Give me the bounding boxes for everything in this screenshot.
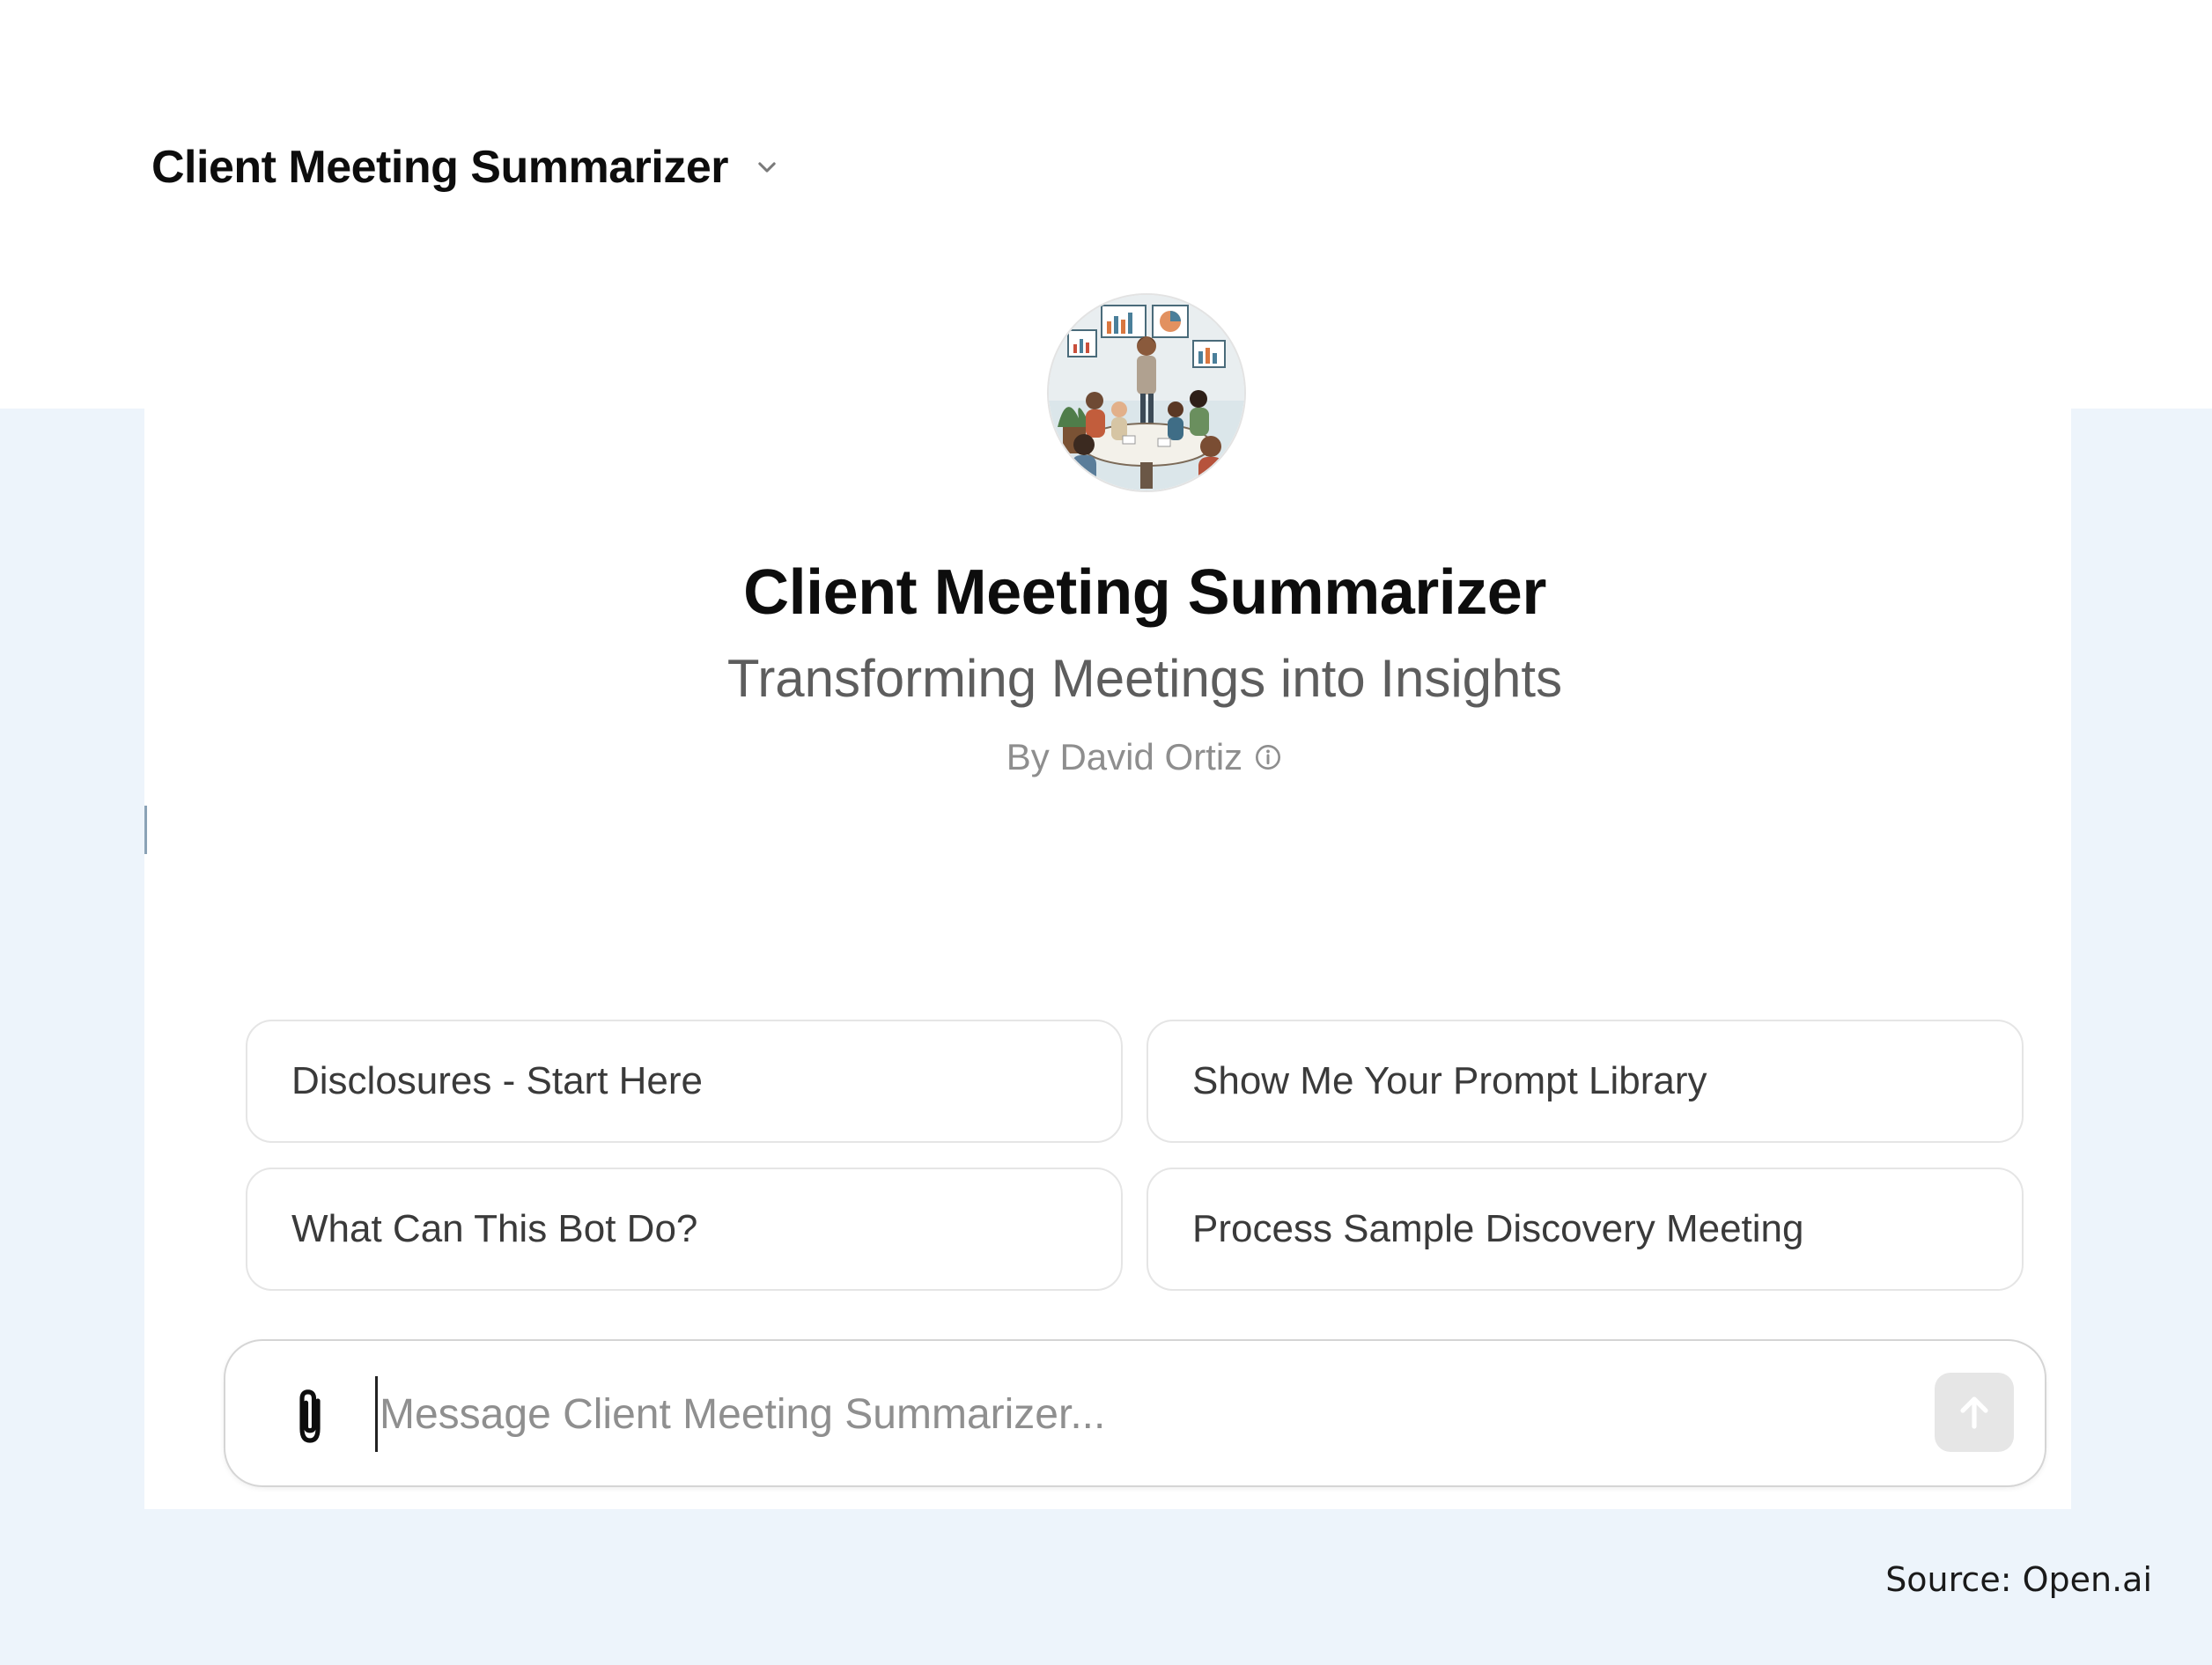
gpt-avatar — [1049, 295, 1244, 490]
send-button[interactable] — [1935, 1373, 2014, 1452]
starter-card-process-sample-meeting[interactable]: Process Sample Discovery Meeting — [1147, 1168, 2024, 1291]
info-icon[interactable] — [1253, 742, 1283, 772]
message-composer — [224, 1339, 2046, 1487]
source-caption: Source: Open.ai — [1885, 1560, 2152, 1599]
starter-card-what-can-bot-do[interactable]: What Can This Bot Do? — [246, 1168, 1123, 1291]
header-title[interactable]: Client Meeting Summarizer — [151, 141, 728, 194]
message-input[interactable] — [375, 1376, 1877, 1452]
starter-card-prompt-library[interactable]: Show Me Your Prompt Library — [1147, 1020, 2024, 1143]
gpt-author: By David Ortiz — [1006, 736, 1243, 777]
gpt-name: Client Meeting Summarizer — [743, 557, 1546, 628]
paperclip-icon[interactable] — [278, 1381, 342, 1452]
author-row: By David Ortiz — [0, 736, 2212, 778]
starter-card-disclosures[interactable]: Disclosures - Start Here — [246, 1020, 1123, 1143]
arrow-up-icon — [1960, 1396, 1988, 1429]
gpt-tagline: Transforming Meetings into Insights — [726, 649, 1563, 708]
panel-resize-handle[interactable] — [144, 806, 147, 854]
gpt-header[interactable]: Client Meeting Summarizer — [151, 132, 785, 203]
chevron-down-icon[interactable] — [749, 150, 785, 185]
